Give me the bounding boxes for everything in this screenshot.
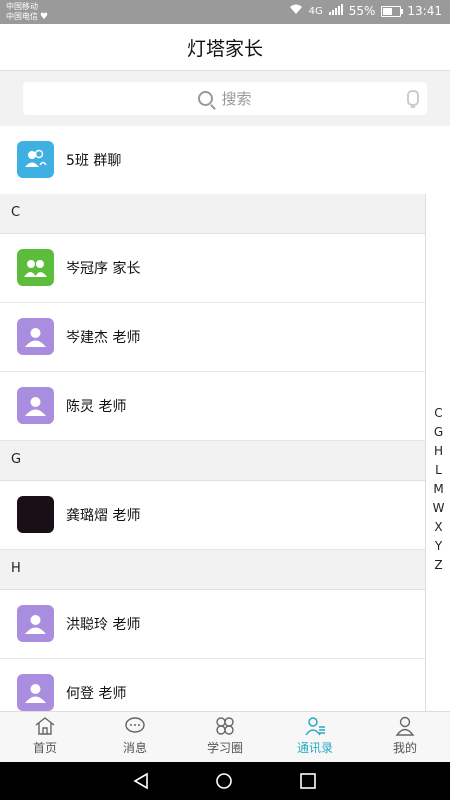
contact-name: 洪聪玲 老师 bbox=[66, 617, 141, 633]
clock: 13:41 bbox=[407, 4, 442, 18]
system-nav-bar bbox=[0, 762, 450, 800]
index-letter[interactable]: Y bbox=[426, 537, 450, 556]
health-icon: ♥ bbox=[40, 12, 49, 22]
contact-list[interactable]: 5班 群聊 C 岑冠序 家长 岑建杰 老师 陈灵 老师 G 龚璐熠 老师 H 洪… bbox=[0, 126, 450, 711]
group-chat-label: 5班 群聊 bbox=[66, 153, 122, 169]
carrier-names: 中国移动 中国电信 bbox=[6, 2, 38, 22]
contact-row[interactable]: 岑冠序 家长 bbox=[0, 234, 425, 303]
carrier-2: 中国电信 bbox=[6, 12, 38, 21]
contact-name: 何登 老师 bbox=[66, 686, 127, 702]
group-chat-row[interactable]: 5班 群聊 bbox=[0, 126, 450, 195]
teacher-icon bbox=[17, 605, 54, 642]
index-letters[interactable]: C G H L M W X Y Z bbox=[426, 404, 450, 575]
tab-label: 消息 bbox=[122, 741, 147, 755]
index-letter[interactable]: W bbox=[426, 499, 450, 518]
contact-name: 岑冠序 家长 bbox=[66, 261, 141, 277]
message-icon bbox=[124, 716, 146, 740]
section-letter: C bbox=[11, 205, 21, 220]
contact-name: 龚璐熠 老师 bbox=[66, 508, 141, 524]
teacher-icon bbox=[17, 674, 54, 711]
contacts-icon bbox=[304, 716, 326, 740]
tab-messages[interactable]: 消息 bbox=[90, 712, 180, 763]
index-letter[interactable]: M bbox=[426, 480, 450, 499]
back-icon[interactable] bbox=[132, 772, 150, 794]
wifi-icon bbox=[289, 4, 303, 18]
index-letter[interactable]: H bbox=[426, 442, 450, 461]
app-header: 灯塔家长 bbox=[0, 24, 450, 71]
contact-row[interactable]: 陈灵 老师 bbox=[0, 372, 425, 441]
photo-avatar bbox=[17, 496, 54, 533]
tab-profile[interactable]: 我的 bbox=[360, 712, 450, 763]
signal-icon bbox=[328, 4, 343, 18]
recents-icon[interactable] bbox=[299, 772, 317, 794]
page-title: 灯塔家长 bbox=[186, 37, 263, 60]
status-bar: 中国移动 中国电信 ♥ 4G 55% 13:41 bbox=[0, 0, 450, 24]
profile-icon bbox=[394, 716, 416, 740]
bottom-tab-bar: 首页 消息 学习圈 通讯录 我的 bbox=[0, 711, 450, 763]
tab-study-circle[interactable]: 学习圈 bbox=[180, 712, 270, 763]
index-letter[interactable]: C bbox=[426, 404, 450, 423]
index-letter[interactable]: X bbox=[426, 518, 450, 537]
index-letter[interactable]: G bbox=[426, 423, 450, 442]
search-placeholder: 搜索 bbox=[221, 90, 252, 108]
search-area: 搜索 bbox=[0, 71, 450, 126]
home-nav-icon[interactable] bbox=[215, 772, 233, 794]
tab-label: 首页 bbox=[32, 741, 57, 755]
contact-row[interactable]: 洪聪玲 老师 bbox=[0, 590, 425, 659]
section-header-h: H bbox=[0, 550, 425, 590]
battery-percent: 55% bbox=[348, 4, 376, 18]
section-header-c: C bbox=[0, 194, 425, 234]
study-circle-icon bbox=[214, 716, 236, 740]
contact-row[interactable]: 何登 老师 bbox=[0, 659, 425, 711]
battery-icon bbox=[381, 5, 404, 17]
search-input[interactable]: 搜索 bbox=[23, 82, 427, 115]
tab-label: 我的 bbox=[392, 741, 417, 755]
microphone-icon[interactable] bbox=[407, 90, 419, 108]
system-indicators: 4G 55% 13:41 bbox=[289, 4, 442, 18]
index-letter[interactable]: Z bbox=[426, 556, 450, 575]
contact-name: 陈灵 老师 bbox=[66, 399, 127, 415]
tab-label: 学习圈 bbox=[206, 741, 243, 755]
contact-name: 岑建杰 老师 bbox=[66, 330, 141, 346]
group-chat-icon bbox=[17, 141, 54, 178]
section-letter: G bbox=[11, 452, 22, 467]
teacher-icon bbox=[17, 387, 54, 424]
teacher-icon bbox=[17, 318, 54, 355]
home-icon bbox=[34, 716, 56, 740]
tab-label: 通讯录 bbox=[296, 741, 333, 755]
contact-row[interactable]: 岑建杰 老师 bbox=[0, 303, 425, 372]
section-header-g: G bbox=[0, 441, 425, 481]
section-letter: H bbox=[11, 561, 21, 576]
alphabet-index[interactable]: C G H L M W X Y Z bbox=[425, 194, 450, 711]
index-letter[interactable]: L bbox=[426, 461, 450, 480]
tab-contacts[interactable]: 通讯录 bbox=[270, 712, 360, 763]
contact-row[interactable]: 龚璐熠 老师 bbox=[0, 481, 425, 550]
carrier-1: 中国移动 bbox=[6, 2, 38, 11]
network-type: 4G bbox=[308, 5, 323, 17]
tab-home[interactable]: 首页 bbox=[0, 712, 90, 763]
search-icon bbox=[198, 91, 214, 106]
parents-icon bbox=[17, 249, 54, 286]
